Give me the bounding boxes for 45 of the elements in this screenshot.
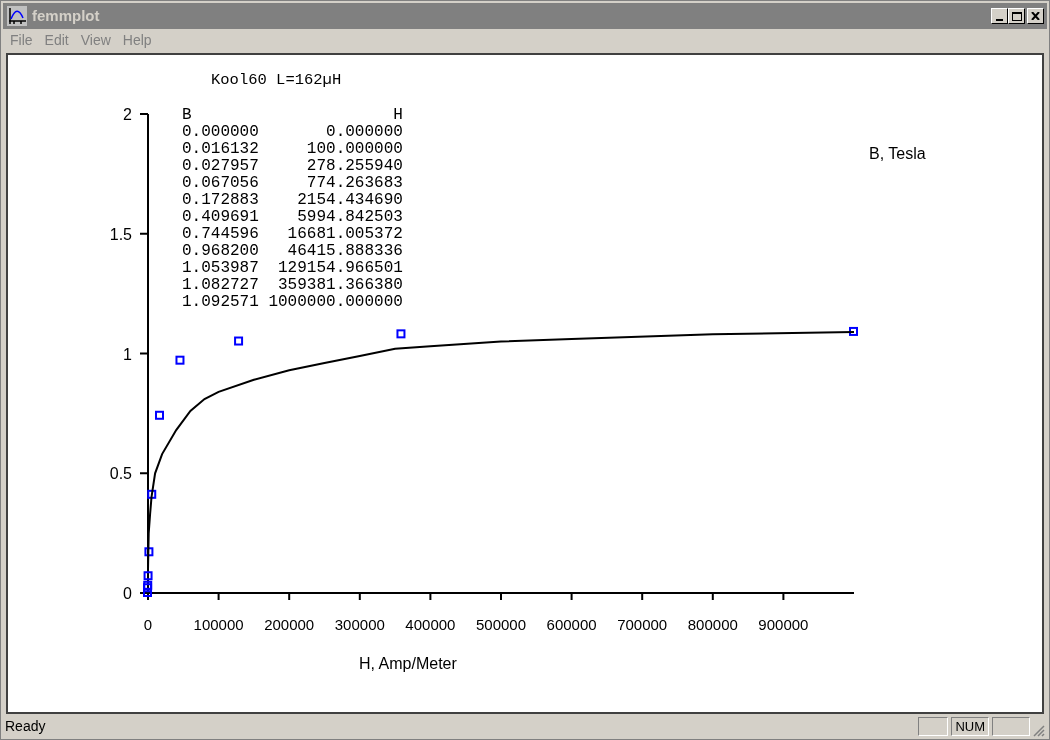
x-tick-label: 100000: [193, 616, 244, 633]
x-tick-label: 300000: [334, 616, 385, 633]
status-message: Ready: [5, 717, 47, 736]
y-tick-label: 0.5: [109, 465, 132, 483]
table-row: 0.016132 100.000000: [182, 141, 403, 158]
chart-title: Kool60 L=162µH: [211, 72, 342, 89]
status-indicator: NUM: [951, 717, 989, 736]
y-tick-label: 0: [123, 585, 132, 602]
y-axis-label: B, Tesla: [869, 145, 926, 162]
table-row: 0.409691 5994.842503: [182, 209, 403, 226]
table-row: 0.067056 774.263683: [182, 175, 403, 192]
status-panel: [918, 717, 949, 736]
y-tick-label: 2: [123, 106, 132, 123]
close-icon: [1031, 12, 1040, 20]
table-row: 0.000000 0.000000: [182, 124, 403, 141]
window-title: femmplot: [32, 5, 100, 26]
x-tick-label: 700000: [617, 616, 668, 633]
x-axis-label: H, Amp/Meter: [359, 655, 457, 672]
minimize-button[interactable]: [991, 8, 1008, 24]
table-row: 1.092571 1000000.000000: [182, 294, 403, 311]
maximize-button[interactable]: [1008, 8, 1025, 24]
y-tick-label: 1: [123, 345, 132, 363]
resize-grip-icon: [1033, 725, 1045, 737]
menu-item[interactable]: View: [74, 29, 117, 51]
menu-item[interactable]: Edit: [38, 29, 75, 51]
x-tick-label: 0: [143, 616, 153, 633]
table-row: 0.027957 278.255940: [182, 158, 403, 175]
y-tick-label: 1.5: [109, 225, 132, 243]
x-tick-label: 400000: [405, 616, 456, 633]
x-tick-label: 200000: [264, 616, 315, 633]
table-row: 0.744596 16681.005372: [182, 226, 403, 243]
menu-item[interactable]: Help: [116, 29, 158, 51]
menu-item[interactable]: File: [4, 29, 39, 51]
table-row: 1.053987 129154.966501: [182, 260, 403, 277]
x-tick-label: 600000: [546, 616, 597, 633]
table-header: B H: [182, 107, 403, 124]
table-row: 0.172883 2154.434690: [182, 192, 403, 209]
table-row: 1.082727 359381.366380: [182, 277, 403, 294]
x-tick-label: 500000: [475, 616, 527, 633]
app-icon: [7, 6, 27, 26]
close-button[interactable]: [1027, 8, 1044, 24]
status-panel: [992, 717, 1030, 736]
x-tick-label: 900000: [758, 616, 809, 633]
x-tick-label: 800000: [687, 616, 738, 633]
table-row: 0.968200 46415.888336: [182, 243, 403, 260]
